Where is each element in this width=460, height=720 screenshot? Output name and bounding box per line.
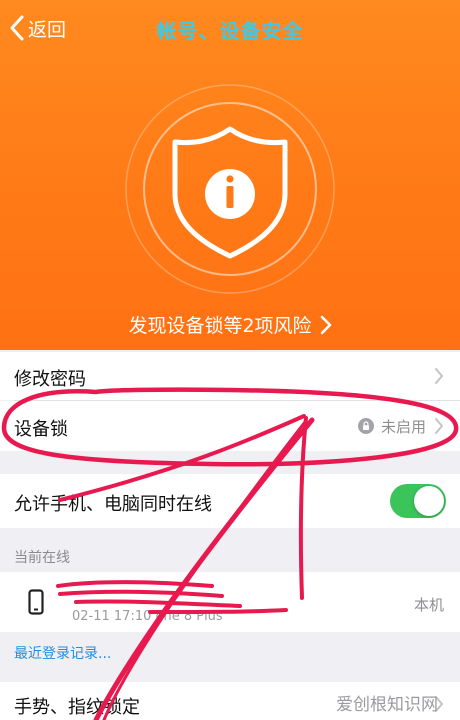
device-lock-row[interactable]: 设备锁 未启用	[0, 401, 460, 451]
nav-bar: 返回 帐号、设备安全	[0, 0, 460, 56]
toggle-knob	[414, 486, 444, 516]
security-header: 返回 帐号、设备安全 发现设备锁等2项风险	[0, 0, 460, 350]
lock-icon	[358, 418, 374, 434]
annotation-arrow-shaft-2	[102, 420, 307, 720]
this-device-tag: 本机	[413, 596, 444, 614]
chevron-right-icon	[435, 418, 443, 434]
online-device-row[interactable]: 02-11 17:10 one 8 Plus 本机	[0, 572, 460, 632]
gesture-lock-label: 手势、指纹锁定	[14, 697, 140, 718]
device-login-time: 02-11 17:10 one 8 Plus	[72, 609, 223, 624]
annotation-arrow-shaft	[93, 417, 315, 720]
allow-multi-online-row: 允许手机、电脑同时在线	[0, 474, 460, 528]
recent-login-records-link[interactable]: 最近登录记录...	[14, 643, 111, 663]
shield-info-icon	[125, 84, 335, 294]
current-online-section-title: 当前在线	[14, 550, 70, 566]
chevron-right-icon	[435, 368, 443, 384]
risk-summary-link[interactable]: 发现设备锁等2项风险	[0, 311, 460, 338]
phone-icon	[28, 589, 44, 615]
device-lock-label: 设备锁	[14, 419, 68, 440]
chevron-right-icon	[320, 315, 331, 334]
device-lock-status: 未启用	[380, 418, 426, 436]
change-password-label: 修改密码	[14, 369, 86, 390]
page-title: 帐号、设备安全	[156, 19, 304, 43]
allow-multi-online-label: 允许手机、电脑同时在线	[14, 494, 212, 515]
risk-summary-text: 发现设备锁等2项风险	[128, 315, 312, 337]
watermark-text: 爱创根知识网	[336, 695, 438, 715]
allow-multi-online-toggle[interactable]	[390, 484, 446, 518]
change-password-row[interactable]: 修改密码	[0, 352, 460, 400]
